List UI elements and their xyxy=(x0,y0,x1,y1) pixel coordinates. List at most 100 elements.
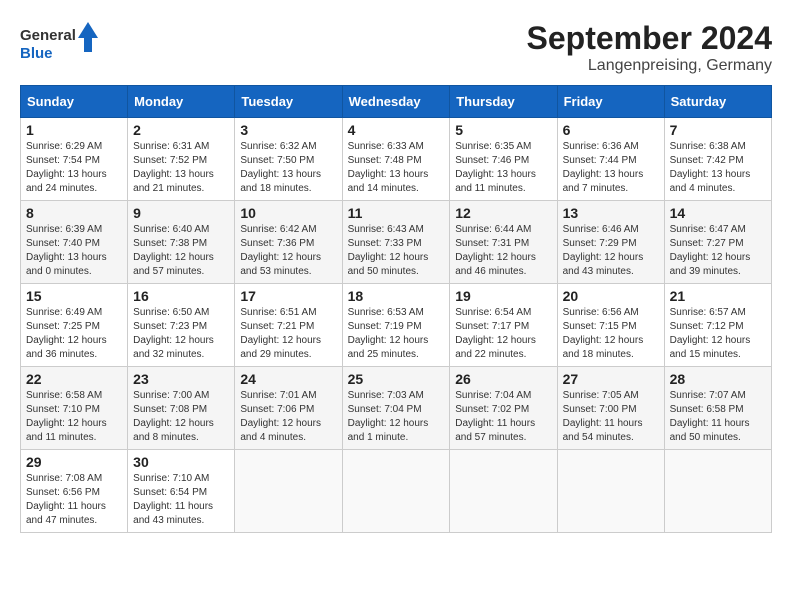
day-number: 3 xyxy=(240,122,336,138)
page-header: General Blue September 2024 Langenpreisi… xyxy=(20,20,772,75)
calendar-week-2: 8 Sunrise: 6:39 AM Sunset: 7:40 PM Daylig… xyxy=(21,201,772,284)
calendar-day: 26 Sunrise: 7:04 AM Sunset: 7:02 PM Dayli… xyxy=(450,367,557,450)
day-info: Sunrise: 6:40 AM Sunset: 7:38 PM Dayligh… xyxy=(133,223,229,279)
calendar-day: 11 Sunrise: 6:43 AM Sunset: 7:33 PM Dayli… xyxy=(342,201,450,284)
day-number: 16 xyxy=(133,288,229,304)
day-info: Sunrise: 6:46 AM Sunset: 7:29 PM Dayligh… xyxy=(563,223,659,279)
header-saturday: Saturday xyxy=(664,86,771,118)
location: Langenpreising, Germany xyxy=(527,57,772,75)
day-number: 19 xyxy=(455,288,551,304)
day-info: Sunrise: 7:01 AM Sunset: 7:06 PM Dayligh… xyxy=(240,389,336,445)
calendar-day: 12Sunrise: 6:44 AM Sunset: 7:31 PM Dayli… xyxy=(450,201,557,284)
day-info: Sunrise: 6:32 AM Sunset: 7:50 PM Dayligh… xyxy=(240,140,336,196)
day-info: Sunrise: 7:00 AM Sunset: 7:08 PM Dayligh… xyxy=(133,389,229,445)
day-info: Sunrise: 6:36 AM Sunset: 7:44 PM Dayligh… xyxy=(563,140,659,196)
day-number: 6 xyxy=(563,122,659,138)
calendar-week-1: 1 Sunrise: 6:29 AM Sunset: 7:54 PM Daylig… xyxy=(21,118,772,201)
day-number: 30 xyxy=(133,454,229,470)
day-number: 29 xyxy=(26,454,122,470)
day-info: Sunrise: 6:29 AM Sunset: 7:54 PM Dayligh… xyxy=(26,140,122,196)
day-number: 23 xyxy=(133,371,229,387)
calendar-week-3: 15 Sunrise: 6:49 AM Sunset: 7:25 PM Dayli… xyxy=(21,284,772,367)
calendar-day xyxy=(557,450,664,533)
header-sunday: Sunday xyxy=(21,86,128,118)
day-info: Sunrise: 6:49 AM Sunset: 7:25 PM Dayligh… xyxy=(26,306,122,362)
calendar-day xyxy=(450,450,557,533)
day-number: 17 xyxy=(240,288,336,304)
day-info: Sunrise: 6:56 AM Sunset: 7:15 PM Dayligh… xyxy=(563,306,659,362)
day-number: 27 xyxy=(563,371,659,387)
calendar-day: 28 Sunrise: 7:07 AM Sunset: 6:58 PM Dayli… xyxy=(664,367,771,450)
calendar-day: 21Sunrise: 6:57 AM Sunset: 7:12 PM Dayli… xyxy=(664,284,771,367)
day-number: 20 xyxy=(563,288,659,304)
svg-text:General: General xyxy=(20,27,76,44)
day-number: 9 xyxy=(133,205,229,221)
calendar-day: 4 Sunrise: 6:33 AM Sunset: 7:48 PM Daylig… xyxy=(342,118,450,201)
day-number: 15 xyxy=(26,288,122,304)
calendar-day: 10Sunrise: 6:42 AM Sunset: 7:36 PM Dayli… xyxy=(235,201,342,284)
calendar-day: 7 Sunrise: 6:38 AM Sunset: 7:42 PM Daylig… xyxy=(664,118,771,201)
day-number: 10 xyxy=(240,205,336,221)
calendar-day: 17 Sunrise: 6:51 AM Sunset: 7:21 PM Dayli… xyxy=(235,284,342,367)
day-info: Sunrise: 6:47 AM Sunset: 7:27 PM Dayligh… xyxy=(670,223,766,279)
day-number: 11 xyxy=(348,205,445,221)
calendar-week-4: 22Sunrise: 6:58 AM Sunset: 7:10 PM Dayli… xyxy=(21,367,772,450)
day-number: 26 xyxy=(455,371,551,387)
day-info: Sunrise: 7:08 AM Sunset: 6:56 PM Dayligh… xyxy=(26,472,122,528)
calendar-day xyxy=(235,450,342,533)
header-tuesday: Tuesday xyxy=(235,86,342,118)
header-friday: Friday xyxy=(557,86,664,118)
header-thursday: Thursday xyxy=(450,86,557,118)
day-info: Sunrise: 6:54 AM Sunset: 7:17 PM Dayligh… xyxy=(455,306,551,362)
logo: General Blue xyxy=(20,20,100,65)
day-info: Sunrise: 6:35 AM Sunset: 7:46 PM Dayligh… xyxy=(455,140,551,196)
svg-text:Blue: Blue xyxy=(20,45,53,62)
day-info: Sunrise: 6:57 AM Sunset: 7:12 PM Dayligh… xyxy=(670,306,766,362)
calendar-day: 2Sunrise: 6:31 AM Sunset: 7:52 PM Daylig… xyxy=(128,118,235,201)
day-number: 4 xyxy=(348,122,445,138)
day-info: Sunrise: 7:10 AM Sunset: 6:54 PM Dayligh… xyxy=(133,472,229,528)
calendar-day: 16 Sunrise: 6:50 AM Sunset: 7:23 PM Dayli… xyxy=(128,284,235,367)
calendar-day: 15 Sunrise: 6:49 AM Sunset: 7:25 PM Dayli… xyxy=(21,284,128,367)
calendar-day xyxy=(342,450,450,533)
calendar-day: 25Sunrise: 7:03 AM Sunset: 7:04 PM Dayli… xyxy=(342,367,450,450)
day-info: Sunrise: 6:39 AM Sunset: 7:40 PM Dayligh… xyxy=(26,223,122,279)
day-number: 1 xyxy=(26,122,122,138)
day-info: Sunrise: 6:50 AM Sunset: 7:23 PM Dayligh… xyxy=(133,306,229,362)
calendar-day: 29 Sunrise: 7:08 AM Sunset: 6:56 PM Dayli… xyxy=(21,450,128,533)
day-info: Sunrise: 6:38 AM Sunset: 7:42 PM Dayligh… xyxy=(670,140,766,196)
calendar-day: 14 Sunrise: 6:47 AM Sunset: 7:27 PM Dayli… xyxy=(664,201,771,284)
calendar-day: 22Sunrise: 6:58 AM Sunset: 7:10 PM Dayli… xyxy=(21,367,128,450)
calendar-day: 19 Sunrise: 6:54 AM Sunset: 7:17 PM Dayli… xyxy=(450,284,557,367)
day-number: 28 xyxy=(670,371,766,387)
day-info: Sunrise: 6:43 AM Sunset: 7:33 PM Dayligh… xyxy=(348,223,445,279)
calendar-day: 9 Sunrise: 6:40 AM Sunset: 7:38 PM Daylig… xyxy=(128,201,235,284)
day-number: 8 xyxy=(26,205,122,221)
day-info: Sunrise: 6:51 AM Sunset: 7:21 PM Dayligh… xyxy=(240,306,336,362)
calendar-day: 27 Sunrise: 7:05 AM Sunset: 7:00 PM Dayli… xyxy=(557,367,664,450)
day-number: 14 xyxy=(670,205,766,221)
day-info: Sunrise: 7:07 AM Sunset: 6:58 PM Dayligh… xyxy=(670,389,766,445)
calendar-day xyxy=(664,450,771,533)
calendar-week-5: 29 Sunrise: 7:08 AM Sunset: 6:56 PM Dayli… xyxy=(21,450,772,533)
header-row: Sunday Monday Tuesday Wednesday Thursday… xyxy=(21,86,772,118)
day-info: Sunrise: 7:04 AM Sunset: 7:02 PM Dayligh… xyxy=(455,389,551,445)
logo-svg: General Blue xyxy=(20,20,100,65)
day-info: Sunrise: 6:33 AM Sunset: 7:48 PM Dayligh… xyxy=(348,140,445,196)
day-number: 12 xyxy=(455,205,551,221)
calendar-day: 20 Sunrise: 6:56 AM Sunset: 7:15 PM Dayli… xyxy=(557,284,664,367)
header-wednesday: Wednesday xyxy=(342,86,450,118)
day-info: Sunrise: 7:05 AM Sunset: 7:00 PM Dayligh… xyxy=(563,389,659,445)
month-title: September 2024 xyxy=(527,20,772,57)
calendar-day: 3 Sunrise: 6:32 AM Sunset: 7:50 PM Daylig… xyxy=(235,118,342,201)
day-number: 18 xyxy=(348,288,445,304)
day-number: 25 xyxy=(348,371,445,387)
day-number: 5 xyxy=(455,122,551,138)
day-info: Sunrise: 6:58 AM Sunset: 7:10 PM Dayligh… xyxy=(26,389,122,445)
day-number: 2 xyxy=(133,122,229,138)
day-number: 7 xyxy=(670,122,766,138)
calendar-day: 18Sunrise: 6:53 AM Sunset: 7:19 PM Dayli… xyxy=(342,284,450,367)
calendar-day: 24Sunrise: 7:01 AM Sunset: 7:06 PM Dayli… xyxy=(235,367,342,450)
calendar-day: 5 Sunrise: 6:35 AM Sunset: 7:46 PM Daylig… xyxy=(450,118,557,201)
calendar-day: 30 Sunrise: 7:10 AM Sunset: 6:54 PM Dayli… xyxy=(128,450,235,533)
